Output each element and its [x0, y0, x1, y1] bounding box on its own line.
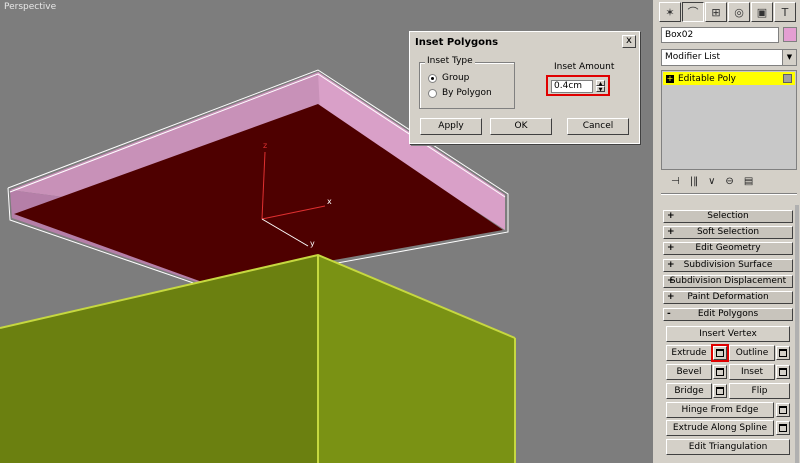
- rollout-sign: +: [667, 292, 675, 302]
- cancel-button[interactable]: Cancel: [567, 118, 629, 135]
- edit-triangulation-button[interactable]: Edit Triangulation: [666, 439, 790, 455]
- outline-button[interactable]: Outline: [729, 345, 775, 361]
- rollout-label: Soft Selection: [696, 227, 760, 237]
- inset-amount-spinner[interactable]: ▲ ▼: [596, 80, 605, 93]
- create-icon[interactable]: ✶: [659, 2, 681, 22]
- radio-by-polygon[interactable]: By Polygon: [428, 88, 492, 98]
- panel-divider: [661, 193, 797, 195]
- close-icon[interactable]: x: [622, 35, 636, 48]
- extrude-spline-settings-icon[interactable]: [776, 421, 790, 435]
- stack-toolbar: ⊣ |‖ ∨ ⊖ ▤: [661, 172, 797, 190]
- utilities-icon[interactable]: T: [774, 2, 796, 22]
- rollout-label: Edit Geometry: [695, 243, 761, 253]
- display-icon[interactable]: ▣: [751, 2, 773, 22]
- rollout-sign: +: [667, 276, 675, 286]
- rollout-label: Edit Polygons: [697, 309, 759, 319]
- gizmo-y-label: y: [310, 239, 315, 248]
- radio-group[interactable]: Group: [428, 73, 469, 83]
- viewport-label[interactable]: Perspective: [4, 2, 56, 12]
- flip-button[interactable]: Flip: [729, 383, 790, 399]
- modifier-list-dropdown[interactable]: Modifier List ▼: [661, 49, 797, 66]
- inset-type-group: Inset Type: [419, 56, 515, 109]
- rollout-label: Subdivision Surface: [683, 260, 773, 270]
- command-panel: ✶ ⌒ ⊞ ◎ ▣ T Box02 Modifier List ▼ + Edit…: [657, 0, 800, 463]
- inset-button[interactable]: Inset: [729, 364, 775, 380]
- rollout-sign: +: [667, 227, 675, 237]
- box-right-face: [318, 255, 515, 463]
- hierarchy-icon[interactable]: ⊞: [705, 2, 727, 22]
- rollout-edit-geometry[interactable]: + Edit Geometry: [663, 242, 793, 255]
- radio-by-polygon-icon[interactable]: [428, 88, 437, 98]
- motion-icon[interactable]: ◎: [728, 2, 750, 22]
- rollout-soft-selection[interactable]: + Soft Selection: [663, 226, 793, 239]
- extrude-settings-icon[interactable]: [711, 344, 729, 362]
- bridge-settings-icon[interactable]: [713, 384, 727, 398]
- outline-settings-icon[interactable]: [776, 346, 790, 360]
- pin-stack-icon[interactable]: ⊣: [671, 176, 680, 187]
- remove-modifier-icon[interactable]: ⊖: [725, 176, 733, 187]
- lightbulb-icon[interactable]: [783, 74, 792, 83]
- rollout-label: Selection: [707, 211, 749, 221]
- rollout-subdivision-displacement[interactable]: + Subdivision Displacement: [663, 275, 793, 288]
- bevel-button[interactable]: Bevel: [666, 364, 712, 380]
- rollout-sign: +: [667, 243, 675, 253]
- rollout-subdivision-surface[interactable]: + Subdivision Surface: [663, 259, 793, 272]
- configure-sets-icon[interactable]: ▤: [744, 176, 753, 187]
- chevron-down-icon[interactable]: ▼: [782, 50, 796, 65]
- expand-icon[interactable]: +: [666, 74, 674, 83]
- inset-polygons-dialog: Inset Polygons x Inset Type Group By Pol…: [409, 31, 640, 144]
- inset-settings-icon[interactable]: [776, 365, 790, 379]
- ok-button[interactable]: OK: [490, 118, 552, 135]
- rollout-sign: +: [667, 260, 675, 270]
- dialog-title: Inset Polygons: [415, 36, 499, 48]
- radio-group-label: Group: [442, 73, 470, 83]
- gizmo-z-label: z: [263, 141, 267, 150]
- object-name-field[interactable]: Box02: [661, 27, 779, 43]
- spinner-down-icon[interactable]: ▼: [596, 86, 605, 93]
- modifier-stack: + Editable Poly: [661, 70, 797, 170]
- inset-amount-input[interactable]: 0.4cm: [551, 80, 593, 93]
- hinge-settings-icon[interactable]: [776, 403, 790, 417]
- extrude-along-spline-button[interactable]: Extrude Along Spline: [666, 420, 774, 436]
- radio-group-icon[interactable]: [428, 73, 437, 83]
- inset-type-legend: Inset Type: [425, 56, 475, 66]
- object-color-swatch[interactable]: [783, 27, 797, 42]
- bevel-settings-icon[interactable]: [713, 365, 727, 379]
- insert-vertex-button[interactable]: Insert Vertex: [666, 326, 790, 342]
- rollout-sign: -: [667, 309, 671, 319]
- gizmo-x-label: x: [327, 197, 332, 206]
- inset-amount-highlight: 0.4cm ▲ ▼: [546, 75, 610, 96]
- hinge-from-edge-button[interactable]: Hinge From Edge: [666, 402, 774, 418]
- stack-item-label: Editable Poly: [678, 73, 736, 84]
- radio-by-polygon-label: By Polygon: [442, 88, 492, 98]
- make-unique-icon[interactable]: ∨: [708, 176, 715, 187]
- rollout-edit-polygons[interactable]: - Edit Polygons: [663, 308, 793, 321]
- panel-scrollbar[interactable]: [795, 205, 799, 463]
- inset-amount-label: Inset Amount: [554, 62, 615, 72]
- extrude-button[interactable]: Extrude: [666, 345, 712, 361]
- rollout-label: Subdivision Displacement: [669, 276, 787, 286]
- apply-button[interactable]: Apply: [420, 118, 482, 135]
- rollout-selection[interactable]: + Selection: [663, 210, 793, 223]
- bridge-button[interactable]: Bridge: [666, 383, 712, 399]
- modify-icon[interactable]: ⌒: [682, 2, 704, 22]
- command-tabs: ✶ ⌒ ⊞ ◎ ▣ T: [657, 0, 800, 24]
- show-end-result-icon[interactable]: |‖: [690, 176, 698, 187]
- rollout-paint-deformation[interactable]: + Paint Deformation: [663, 291, 793, 304]
- modifier-list-label: Modifier List: [665, 52, 720, 62]
- rollout-sign: +: [667, 211, 675, 221]
- dialog-titlebar[interactable]: Inset Polygons x: [412, 34, 637, 50]
- rollout-label: Paint Deformation: [687, 292, 769, 302]
- stack-item-editable-poly[interactable]: + Editable Poly: [663, 72, 795, 85]
- box-left-face: [0, 255, 318, 463]
